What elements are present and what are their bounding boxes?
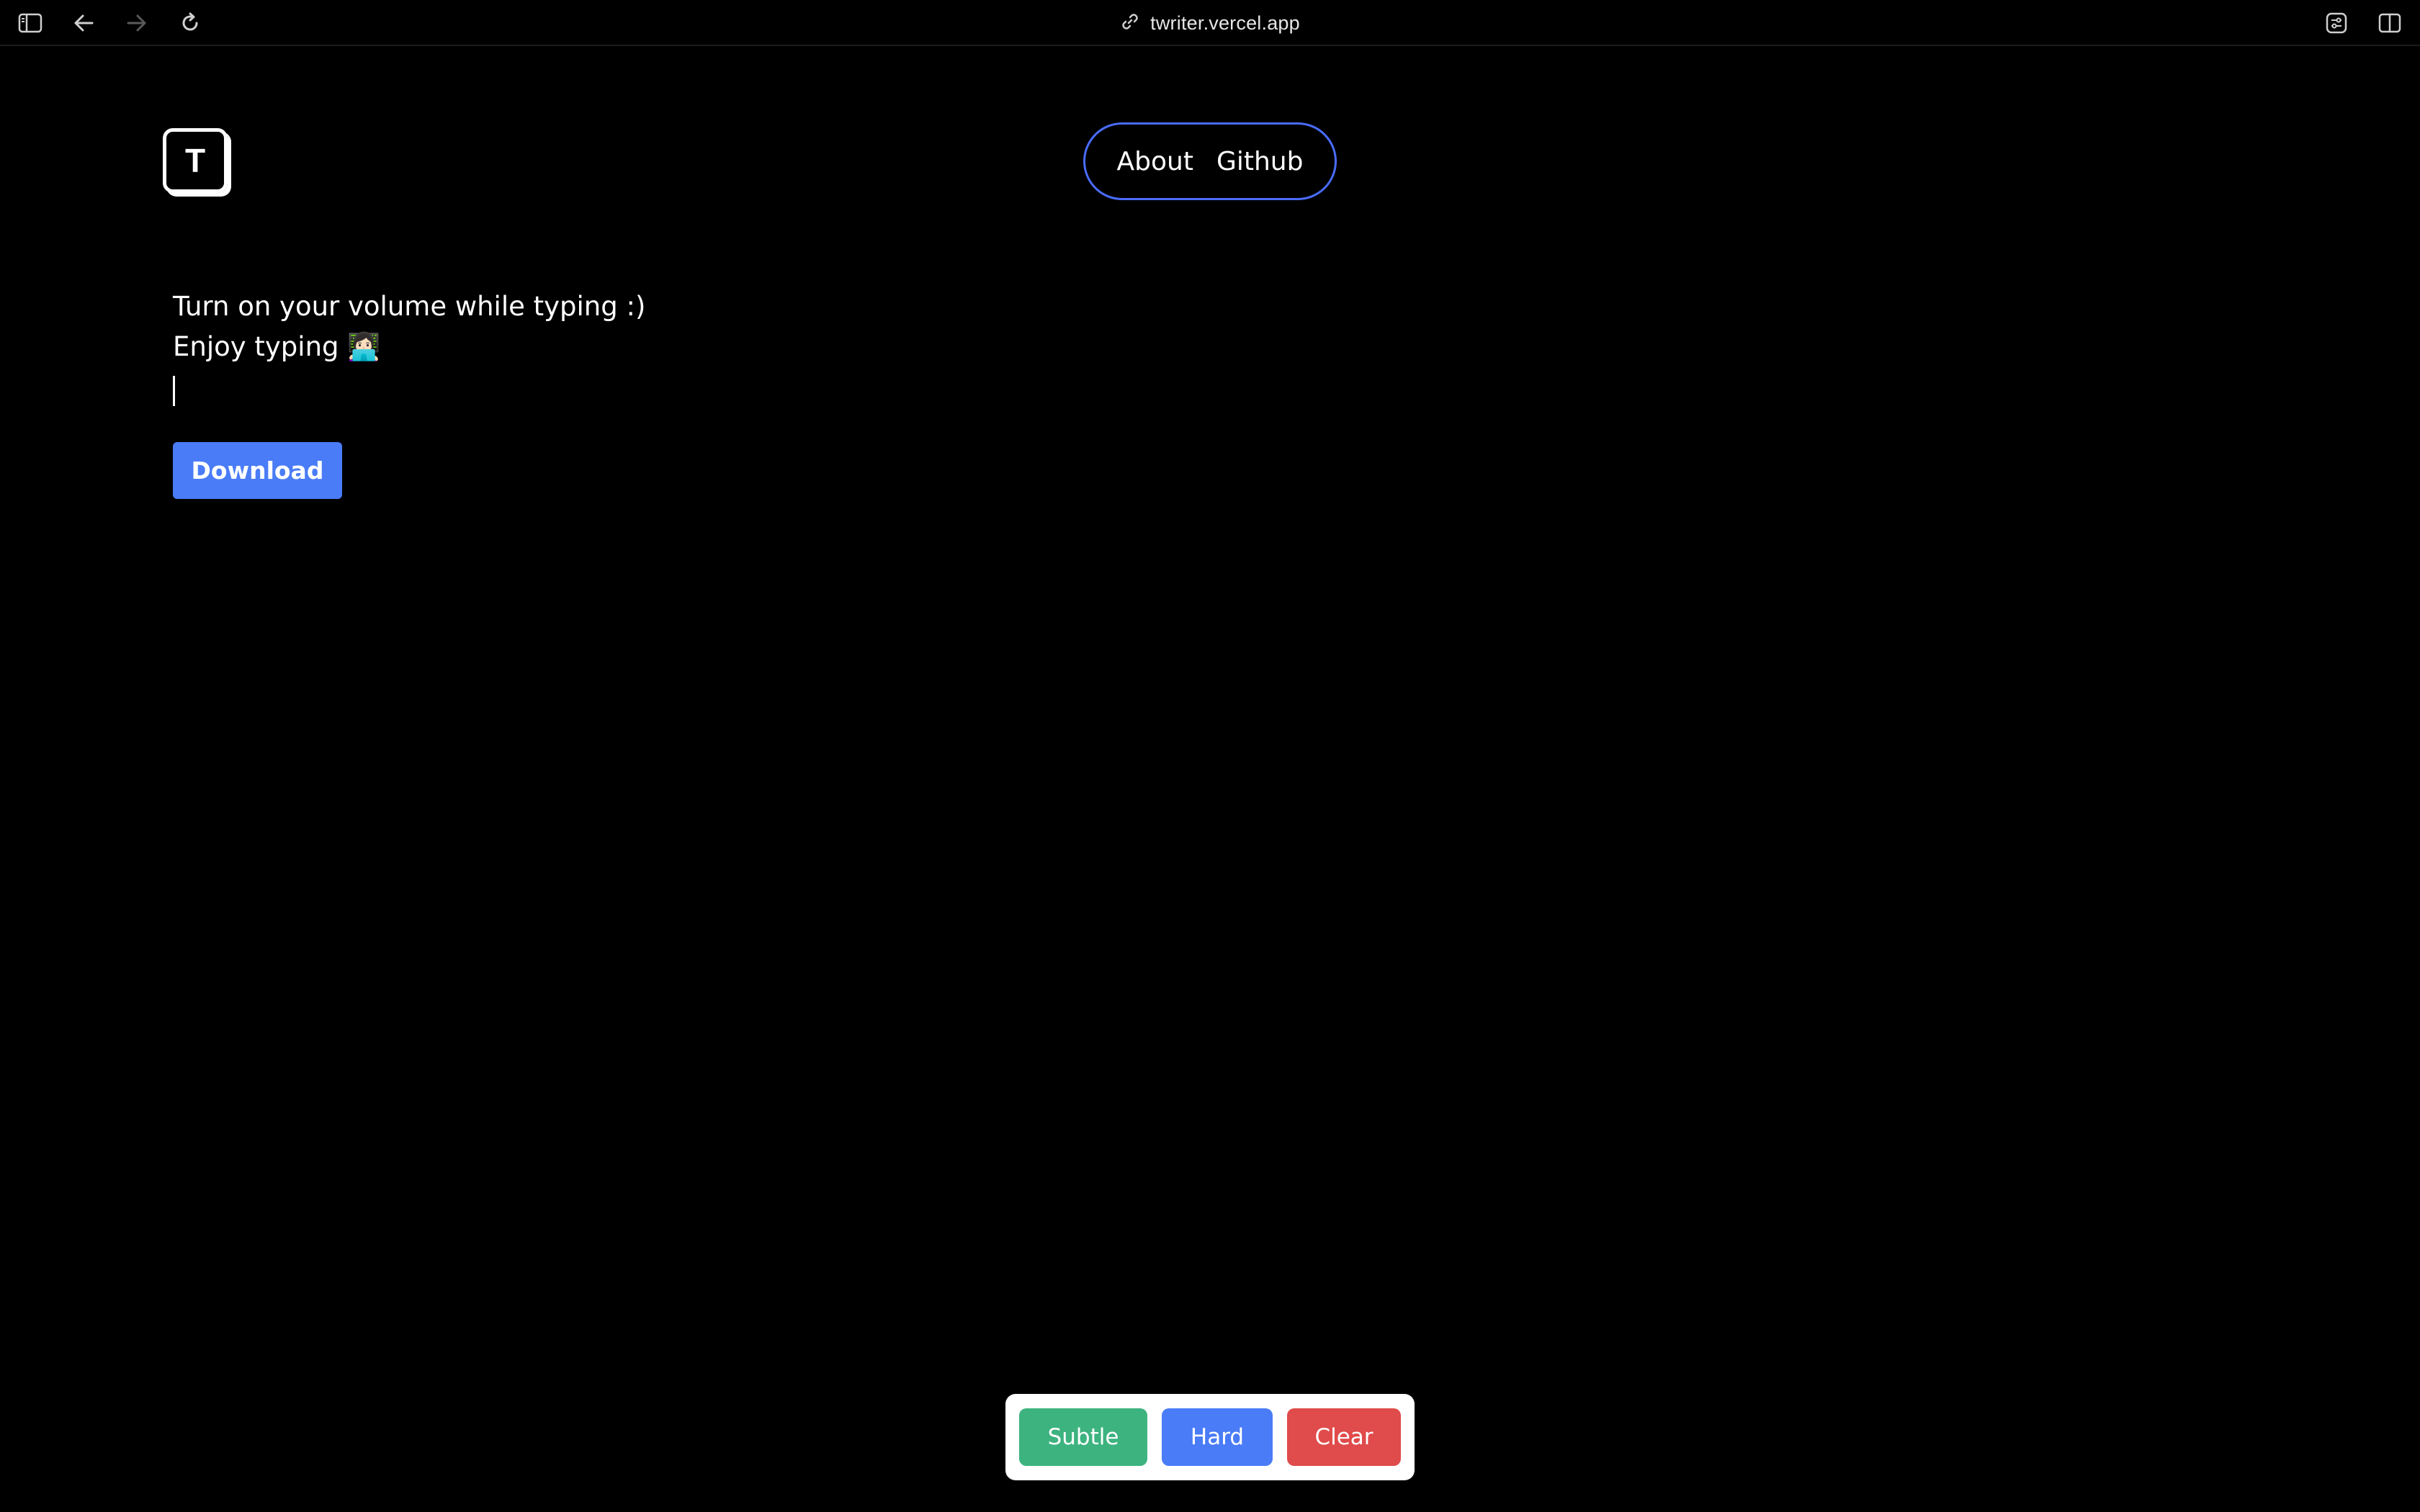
browser-toolbar: twriter.vercel.app [0,0,2420,46]
editor-line: Turn on your volume while typing :) [173,291,646,322]
nav-github-link[interactable]: Github [1216,147,1304,176]
nav-about-link[interactable]: About [1117,147,1193,176]
app-logo[interactable]: T [163,128,228,193]
typing-editor[interactable]: Turn on your volume while typing :) Enjo… [173,287,1325,408]
reload-icon[interactable] [176,9,205,37]
sound-controls-panel: Subtle Hard Clear [1005,1394,1415,1480]
nav-pill: About Github [1083,122,1337,200]
link-icon [1120,12,1140,35]
forward-arrow-icon[interactable] [122,9,151,37]
split-view-icon[interactable] [2375,9,2404,37]
clear-button[interactable]: Clear [1287,1408,1401,1466]
download-button[interactable]: Download [173,442,342,499]
subtle-button[interactable]: Subtle [1019,1408,1147,1466]
address-url[interactable]: twriter.vercel.app [1150,12,1300,35]
back-arrow-icon[interactable] [69,9,98,37]
hard-button[interactable]: Hard [1162,1408,1273,1466]
address-bar: twriter.vercel.app [0,0,2420,46]
text-caret [173,375,175,406]
editor-line: Enjoy typing 👩🏻‍💻 [173,331,381,362]
extensions-icon[interactable] [2322,9,2351,37]
editor-cursor-line [173,367,1325,408]
logo-letter: T [184,142,206,179]
sidebar-toggle-icon[interactable] [16,9,45,37]
